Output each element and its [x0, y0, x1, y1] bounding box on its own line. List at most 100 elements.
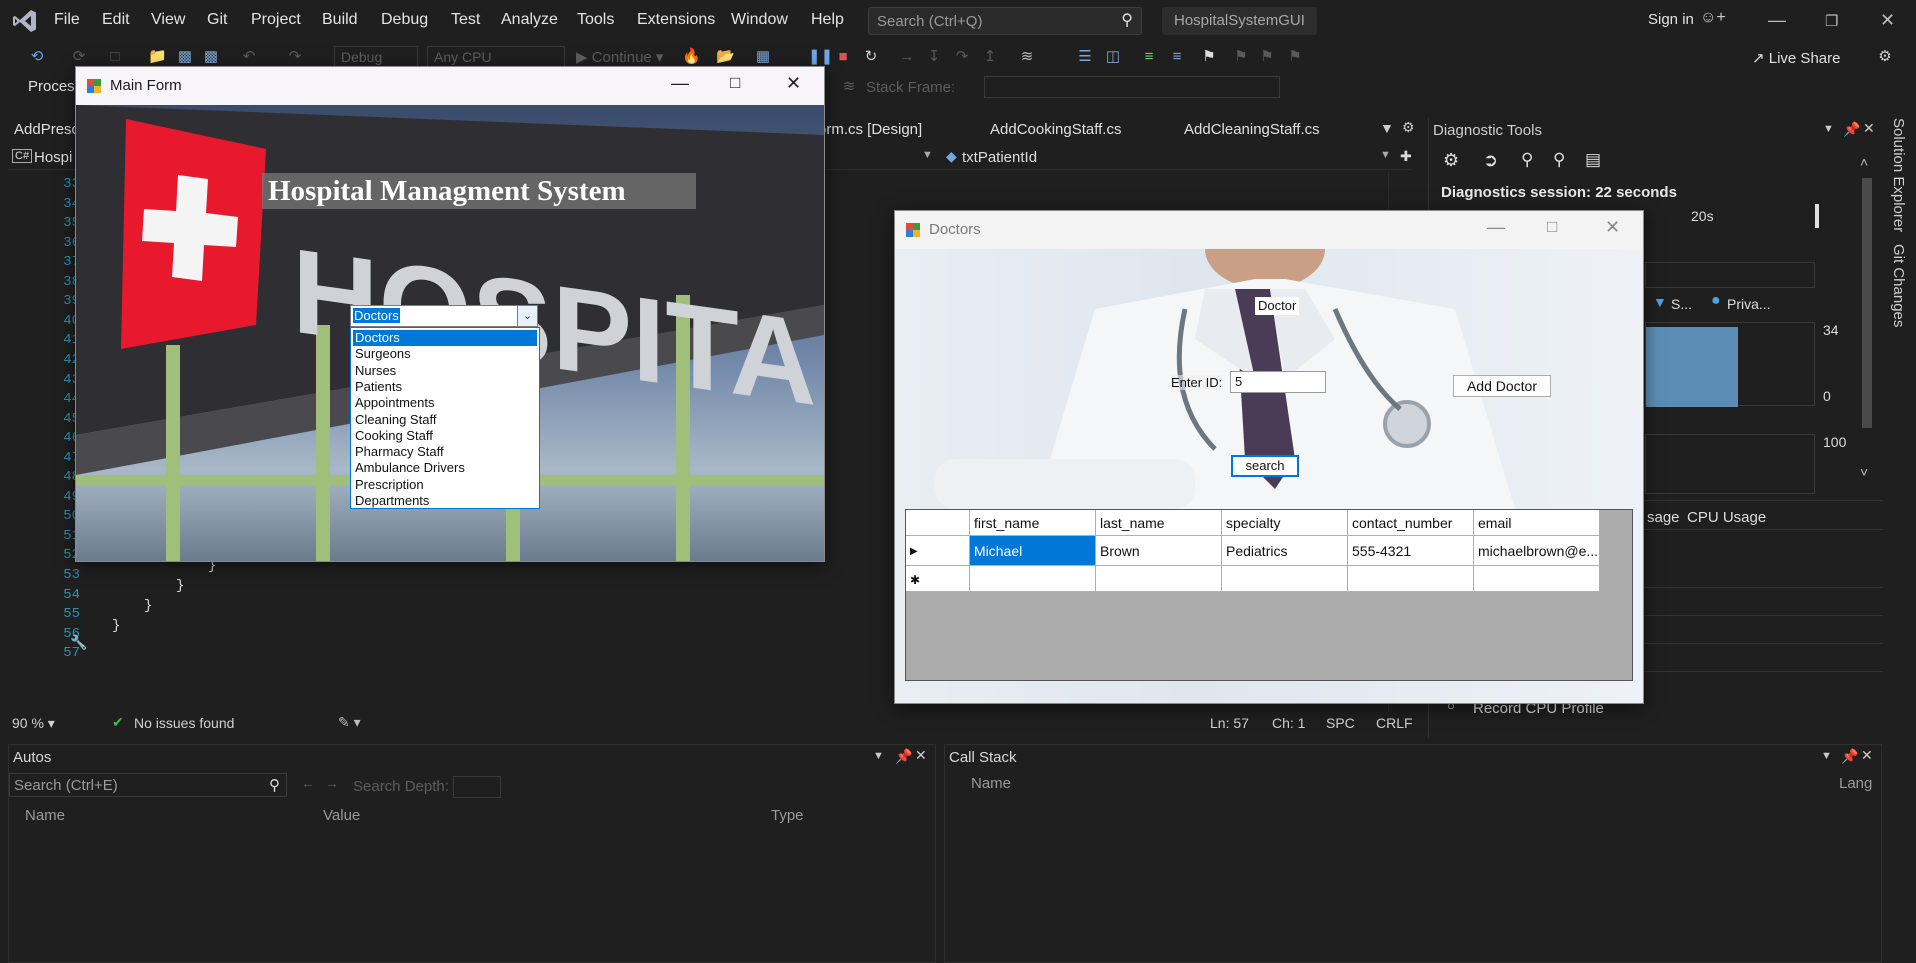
- close-icon[interactable]: ✕: [1605, 217, 1620, 238]
- panel-menu-icon[interactable]: ▼: [1823, 123, 1834, 135]
- pin-icon[interactable]: 📌: [1843, 121, 1860, 138]
- grid-column-header[interactable]: email: [1474, 510, 1600, 536]
- callstack-col-lang[interactable]: Lang: [1839, 775, 1872, 792]
- autos-search-input[interactable]: Search (Ctrl+E) ⚲: [9, 773, 287, 797]
- issues-status[interactable]: No issues found: [134, 715, 234, 731]
- maximize-icon[interactable]: □: [730, 73, 740, 93]
- dropdown-option[interactable]: Appointments: [353, 395, 537, 411]
- minimize-icon[interactable]: —: [1768, 10, 1786, 31]
- search-forward-icon[interactable]: →: [325, 775, 339, 791]
- minimize-icon[interactable]: —: [1487, 217, 1505, 238]
- global-search-input[interactable]: Search (Ctrl+Q) ⚲: [868, 7, 1142, 35]
- scroll-up-icon[interactable]: ˄: [1860, 154, 1868, 170]
- autos-col-value[interactable]: Value: [323, 807, 360, 824]
- next-bookmark-icon[interactable]: ⚑: [1258, 48, 1276, 66]
- grid-column-header[interactable]: last_name: [1096, 510, 1222, 536]
- git-changes-tab[interactable]: Git Changes: [1890, 244, 1907, 327]
- config-select[interactable]: Debug: [334, 46, 418, 68]
- row-indicator[interactable]: ▶: [906, 536, 970, 566]
- dropdown-option[interactable]: Ambulance Drivers: [353, 460, 537, 476]
- new-row-cell[interactable]: [1474, 566, 1600, 592]
- dropdown-option[interactable]: Pharmacy Staff: [353, 444, 537, 460]
- autos-col-name[interactable]: Name: [25, 807, 65, 824]
- solution-explorer-tab[interactable]: Solution Explorer: [1890, 118, 1907, 232]
- menu-help[interactable]: Help: [811, 11, 844, 29]
- doctors-grid[interactable]: first_name last_name specialty contact_numb…: [905, 509, 1633, 681]
- minimize-icon[interactable]: —: [671, 73, 689, 94]
- bookmark-icon[interactable]: ⚑: [1200, 48, 1218, 66]
- feedback-icon[interactable]: ⚙: [1876, 48, 1894, 66]
- dropdown-option[interactable]: Departments: [353, 493, 537, 509]
- step-out-icon[interactable]: ↥: [981, 48, 999, 66]
- tab-cpu-usage[interactable]: CPU Usage: [1687, 509, 1766, 526]
- panel-menu-icon[interactable]: ▼: [873, 750, 884, 762]
- add-user-icon[interactable]: ☺+: [1700, 9, 1726, 27]
- panel-menu-icon[interactable]: ▼: [1821, 750, 1832, 762]
- pin-icon[interactable]: 📌: [1841, 748, 1858, 765]
- dropdown-option[interactable]: Nurses: [353, 363, 537, 379]
- restart-icon[interactable]: ↻: [862, 48, 880, 66]
- menu-project[interactable]: Project: [251, 11, 301, 29]
- callstack-col-name[interactable]: Name: [971, 775, 1011, 792]
- new-row-cell[interactable]: [970, 566, 1096, 592]
- close-icon[interactable]: ✕: [786, 73, 801, 94]
- zoom-in-icon[interactable]: ⚲: [1521, 150, 1533, 170]
- grid-cell[interactable]: Pediatrics: [1222, 536, 1348, 566]
- close-panel-icon[interactable]: ✕: [1861, 747, 1873, 764]
- menu-view[interactable]: View: [151, 11, 185, 29]
- stop-icon[interactable]: ■: [834, 48, 852, 66]
- uncomment-icon[interactable]: ≡: [1168, 48, 1186, 66]
- menu-tools[interactable]: Tools: [577, 11, 614, 29]
- save-all-icon[interactable]: ▩: [202, 48, 220, 66]
- live-share-button[interactable]: ↗ Live Share: [1752, 49, 1840, 67]
- grid-column-header[interactable]: specialty: [1222, 510, 1348, 536]
- grid-cell[interactable]: Brown: [1096, 536, 1222, 566]
- main-form-titlebar[interactable]: Main Form — □ ✕: [76, 67, 824, 105]
- sign-in-link[interactable]: Sign in: [1648, 11, 1694, 28]
- thread-filter-icon[interactable]: ≋: [840, 78, 858, 96]
- step-into-icon[interactable]: ↧: [925, 48, 943, 66]
- tab-list-icon[interactable]: ▼: [1380, 120, 1394, 136]
- menu-debug[interactable]: Debug: [381, 11, 428, 29]
- show-next-statement-icon[interactable]: →: [898, 48, 916, 66]
- prev-bookmark-icon[interactable]: ⚑: [1232, 48, 1250, 66]
- dropdown-option[interactable]: Patients: [353, 379, 537, 395]
- search-button[interactable]: search: [1231, 455, 1299, 477]
- menu-build[interactable]: Build: [322, 11, 358, 29]
- zoom-select[interactable]: 90 % ▾: [12, 715, 55, 732]
- save-icon[interactable]: ▩: [176, 48, 194, 66]
- scroll-thumb[interactable]: [1862, 178, 1872, 428]
- search-depth-select[interactable]: [453, 776, 501, 798]
- add-doctor-button[interactable]: Add Doctor: [1453, 375, 1551, 397]
- comment-icon[interactable]: ≡: [1140, 48, 1158, 66]
- tab-addprescription[interactable]: AddPresc: [14, 121, 79, 138]
- cleanup-icon[interactable]: ✎ ▾: [338, 714, 361, 731]
- autos-col-type[interactable]: Type: [771, 807, 804, 824]
- doctors-titlebar[interactable]: Doctors — □ ✕: [895, 211, 1643, 249]
- grid-column-header[interactable]: first_name: [970, 510, 1096, 536]
- redo-icon[interactable]: ↷: [286, 48, 304, 66]
- settings-icon[interactable]: ⚙: [1443, 150, 1459, 171]
- dropdown-option[interactable]: Cleaning Staff: [353, 412, 537, 428]
- thread-icon[interactable]: ☰: [1076, 48, 1094, 66]
- pin-icon[interactable]: 📌: [895, 748, 912, 765]
- member-dropdown-chevron-icon[interactable]: ▼: [1380, 149, 1391, 161]
- step-over-icon[interactable]: ↷: [953, 48, 971, 66]
- layout-icon[interactable]: ▦: [754, 48, 772, 66]
- close-panel-icon[interactable]: ✕: [1863, 120, 1875, 137]
- tab-form-design[interactable]: orm.cs [Design]: [818, 121, 922, 138]
- close-icon[interactable]: ✕: [1880, 10, 1895, 31]
- zoom-out-icon[interactable]: ⚲: [1553, 150, 1565, 170]
- dropdown-option[interactable]: Doctors: [353, 330, 537, 346]
- hot-reload-icon[interactable]: 🔥: [682, 48, 701, 66]
- clear-bookmarks-icon[interactable]: ⚑: [1286, 48, 1304, 66]
- back-icon[interactable]: ⟲: [28, 48, 46, 66]
- chevron-down-icon[interactable]: ⌄: [517, 306, 537, 326]
- menu-git[interactable]: Git: [207, 11, 227, 29]
- folder-icon[interactable]: 📂: [716, 48, 735, 66]
- platform-select[interactable]: Any CPU: [427, 46, 565, 68]
- windows-icon[interactable]: ◫: [1104, 48, 1122, 66]
- category-combobox[interactable]: Doctors ⌄: [350, 305, 538, 327]
- open-folder-icon[interactable]: 📁: [148, 48, 167, 66]
- stack-frame-select[interactable]: [984, 76, 1280, 98]
